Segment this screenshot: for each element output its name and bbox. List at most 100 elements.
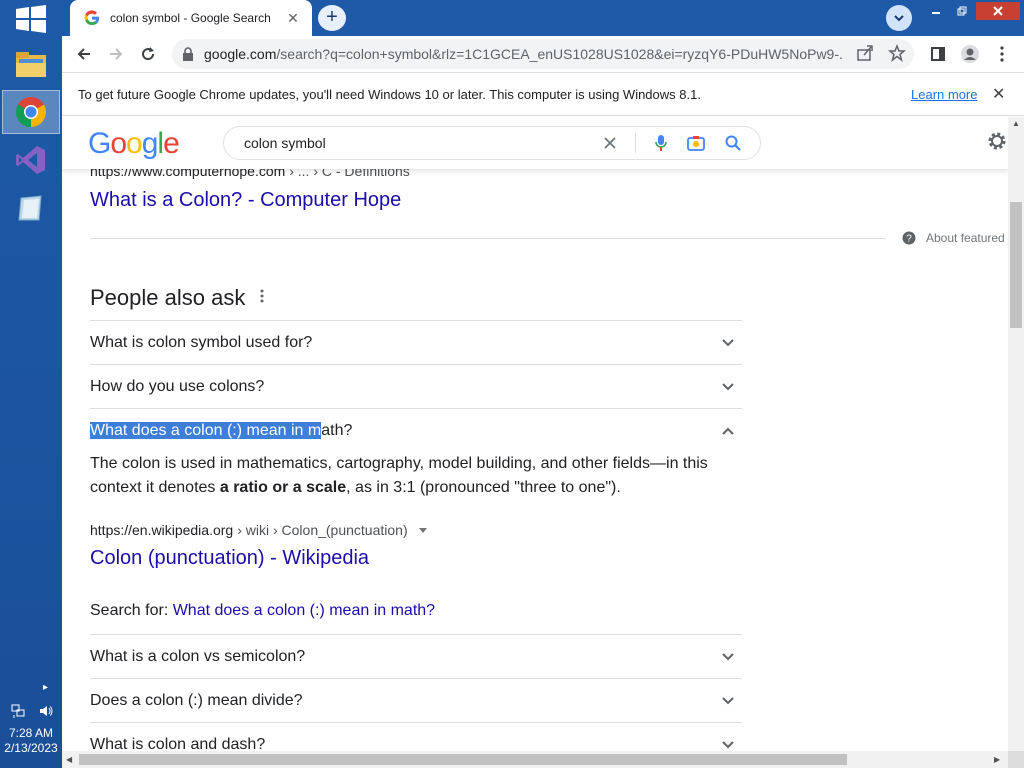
start-button[interactable] <box>13 4 49 34</box>
arrow-right-icon <box>110 48 123 60</box>
notebook-icon <box>18 195 42 221</box>
taskbar-chrome[interactable] <box>2 90 60 134</box>
scroll-left-arrow-icon[interactable]: ◀ <box>66 755 72 764</box>
minimize-icon <box>932 12 940 14</box>
clear-search-icon[interactable] <box>603 136 617 150</box>
reload-icon <box>142 47 155 61</box>
svg-text:?: ? <box>906 234 912 245</box>
paa-question[interactable]: What is colon and dash? <box>90 722 742 751</box>
scroll-right-arrow-icon[interactable]: ▶ <box>994 755 1000 764</box>
star-icon[interactable] <box>888 44 906 62</box>
browser-tab[interactable]: colon symbol - Google Search ✕ <box>70 0 312 36</box>
question-text: What does a colon (:) mean in math? <box>90 421 353 440</box>
update-infobar: To get future Google Chrome updates, you… <box>62 72 1024 116</box>
back-button[interactable] <box>72 42 96 66</box>
about-featured-label: About featured <box>926 231 1005 245</box>
google-logo[interactable]: Google <box>88 127 180 161</box>
microphone-icon[interactable] <box>654 134 668 152</box>
taskbar-file-explorer[interactable] <box>2 42 60 86</box>
selected-text: What does a colon (:) mean in m <box>90 421 322 439</box>
window-minimize-button[interactable] <box>924 2 948 20</box>
vertical-scroll-thumb[interactable] <box>1010 202 1022 328</box>
volume-icon[interactable] <box>38 703 54 719</box>
window-restore-button[interactable] <box>950 2 974 20</box>
search-for-link[interactable]: What does a colon (:) mean in math? <box>173 602 435 619</box>
people-also-ask-heading: People also ask <box>90 285 246 310</box>
paa-question[interactable]: Does a colon (:) mean divide? <box>90 678 742 722</box>
forward-button[interactable] <box>104 42 128 66</box>
clock-date: 2/13/2023 <box>4 741 58 755</box>
tray-expand-icon[interactable]: ▸ <box>43 682 48 693</box>
answer-source-title-link[interactable]: Colon (punctuation) - Wikipedia <box>90 547 369 570</box>
question-text: What is colon and dash? <box>90 735 266 752</box>
horizontal-scrollbar[interactable]: ◀ ▶ <box>62 751 1008 768</box>
paa-question[interactable]: What is colon symbol used for? <box>90 320 742 364</box>
google-results-page: Google colon symbol https://www.computer… <box>62 117 1008 751</box>
settings-button[interactable] <box>986 130 1008 157</box>
system-tray <box>10 703 54 719</box>
search-for-line: Search for: What does a colon (:) mean i… <box>90 602 435 620</box>
taskbar-visual-studio[interactable] <box>2 138 60 182</box>
paa-question[interactable]: How do you use colons? <box>90 364 742 408</box>
result-title-link[interactable]: What is a Colon? - Computer Hope <box>90 189 401 212</box>
visual-studio-icon <box>16 146 45 174</box>
cite-host: https://en.wikipedia.org <box>90 522 234 538</box>
chevron-down-icon <box>718 735 738 752</box>
chrome-toolbar: google.com/search?q=colon+symbol&rlz=1C1… <box>62 36 1024 72</box>
tab-search-button[interactable] <box>886 5 912 31</box>
featured-answer: The colon is used in mathematics, cartog… <box>90 452 730 500</box>
chevron-down-icon <box>894 15 904 22</box>
infobar-close-icon[interactable]: ✕ <box>992 84 1005 104</box>
question-text: How do you use colons? <box>90 377 265 395</box>
google-search-box[interactable]: colon symbol <box>223 126 761 160</box>
taskbar-clock[interactable]: 7:28 AM 2/13/2023 <box>0 726 62 756</box>
network-icon[interactable] <box>10 703 26 719</box>
tab-close-icon[interactable]: ✕ <box>284 10 302 27</box>
chrome-icon <box>15 97 47 128</box>
answer-text-2: , as in 3:1 (pronounced "three to one"). <box>346 479 621 496</box>
horizontal-scroll-thumb[interactable] <box>79 754 847 765</box>
search-divider <box>635 133 636 153</box>
lock-icon[interactable] <box>182 47 194 61</box>
close-icon <box>993 6 1003 16</box>
taskbar-notebook-app[interactable] <box>2 186 60 230</box>
caret-down-icon[interactable] <box>418 525 428 535</box>
share-icon[interactable] <box>856 44 874 62</box>
search-for-label: Search for: <box>90 602 173 619</box>
camera-lens-icon[interactable] <box>686 134 706 152</box>
window-close-button[interactable] <box>976 2 1020 20</box>
answer-source-cite[interactable]: https://en.wikipedia.org › wiki › Colon_… <box>90 522 428 538</box>
scrollbar-corner <box>1008 751 1024 768</box>
windows-logo-icon <box>16 5 46 33</box>
profile-button[interactable] <box>958 42 982 66</box>
about-featured-snippets[interactable]: ? About featured <box>902 231 1005 245</box>
search-input[interactable]: colon symbol <box>244 135 603 151</box>
arrow-left-icon <box>77 48 90 60</box>
paa-question[interactable]: What is a colon vs semicolon? <box>90 634 742 678</box>
unselected-text: ath? <box>321 421 353 439</box>
vertical-scrollbar[interactable]: ▲ <box>1008 117 1024 751</box>
paa-question-expanded[interactable]: What does a colon (:) mean in math? <box>90 408 742 452</box>
search-icon[interactable] <box>724 134 742 152</box>
paa-options-button[interactable] <box>260 289 264 308</box>
restore-icon <box>957 6 967 16</box>
side-panel-icon <box>931 47 945 61</box>
google-favicon-icon <box>84 10 99 26</box>
scroll-up-arrow-icon[interactable]: ▲ <box>1012 119 1020 128</box>
new-tab-button[interactable]: + <box>318 5 346 31</box>
help-icon: ? <box>902 231 916 245</box>
chrome-tabstrip: colon symbol - Google Search ✕ + <box>62 0 1024 36</box>
chevron-down-icon <box>718 647 738 667</box>
clock-time: 7:28 AM <box>8 726 54 740</box>
reload-button[interactable] <box>136 42 160 66</box>
windows-taskbar: ▸ 7:28 AM 2/13/2023 <box>0 0 62 768</box>
avatar-icon <box>961 45 979 63</box>
url-text: google.com/search?q=colon+symbol&rlz=1C1… <box>204 46 844 62</box>
learn-more-link[interactable]: Learn more <box>911 87 977 102</box>
question-text: Does a colon (:) mean divide? <box>90 691 303 709</box>
side-panel-button[interactable] <box>926 42 950 66</box>
chrome-menu-button[interactable] <box>990 42 1014 66</box>
address-bar[interactable]: google.com/search?q=colon+symbol&rlz=1C1… <box>172 39 914 69</box>
featured-divider <box>90 238 886 239</box>
url-host: google.com <box>204 46 277 62</box>
